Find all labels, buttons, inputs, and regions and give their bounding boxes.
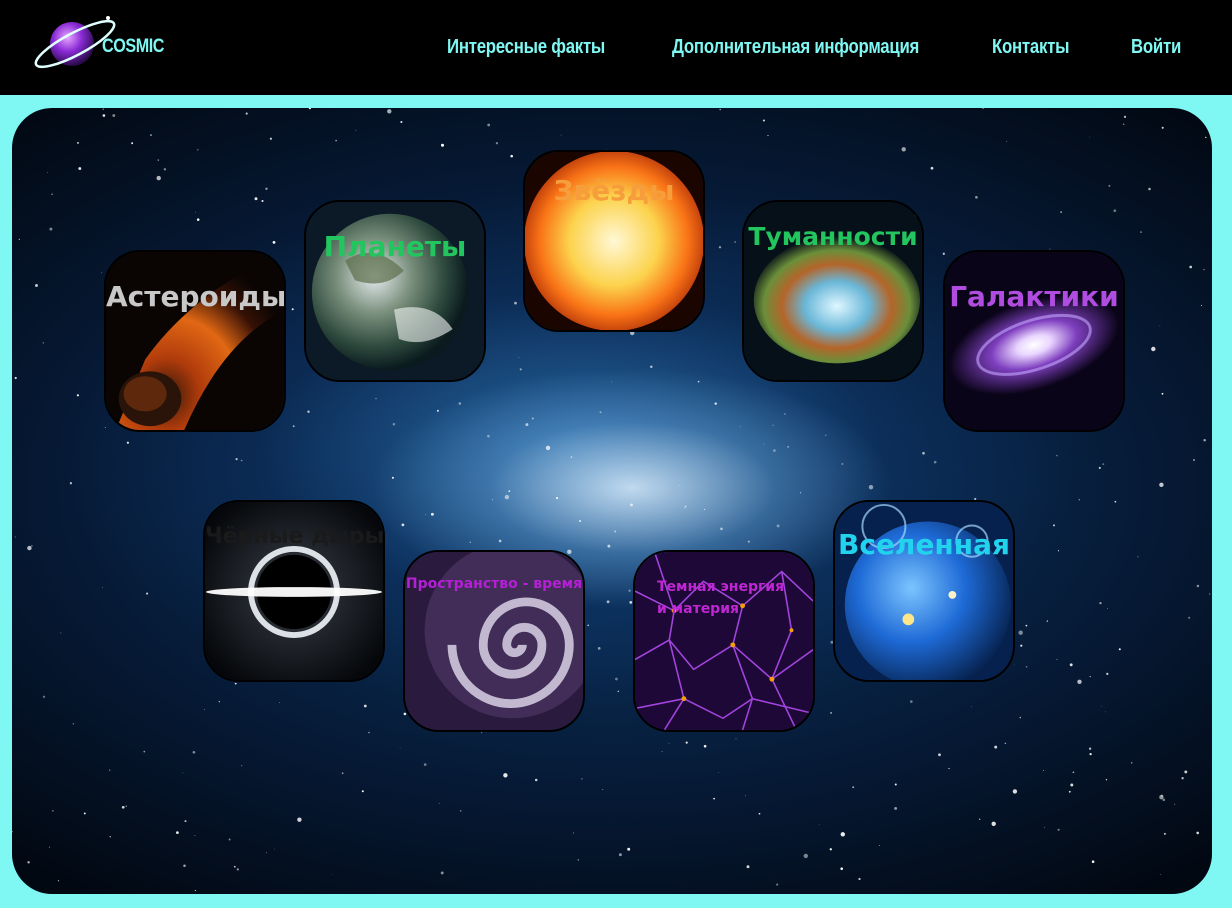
- topic-black-holes[interactable]: Чёрные дыры: [203, 500, 385, 682]
- topic-dark-energy-label-line2: и материя: [657, 601, 740, 617]
- topic-asteroids-label: Астероиды: [106, 280, 286, 313]
- topic-asteroids[interactable]: Астероиды: [104, 250, 286, 432]
- nav-contacts[interactable]: Контакты: [992, 36, 1069, 59]
- topic-planets-label: Планеты: [323, 230, 467, 263]
- nav-additional-info[interactable]: Дополнительная информация: [672, 36, 919, 59]
- topic-dark-energy[interactable]: Темная энергия и материя: [633, 550, 815, 732]
- topic-galaxies-label: Галактики: [949, 280, 1119, 313]
- topic-stars-label: Звёзды: [553, 174, 675, 207]
- topic-planets[interactable]: Планеты: [304, 200, 486, 382]
- topic-black-holes-label: Чёрные дыры: [205, 524, 385, 549]
- topic-spacetime[interactable]: Пространство - время: [403, 550, 585, 732]
- galaxy-image: [945, 252, 1123, 430]
- topic-dark-energy-label: Темная энергия и материя: [635, 576, 813, 620]
- brand-name[interactable]: COSMIC: [102, 36, 164, 58]
- asteroid-image: [106, 252, 284, 430]
- site-header: COSMIC Интересные факты Дополнительная и…: [0, 0, 1232, 95]
- topic-dark-energy-label-line1: Темная энергия: [657, 579, 785, 595]
- topic-nebulae-label: Туманности: [748, 222, 918, 251]
- topic-universe[interactable]: Вселенная: [833, 500, 1015, 682]
- topic-nebulae[interactable]: Туманности: [742, 200, 924, 382]
- topic-galaxies[interactable]: Галактики: [943, 250, 1125, 432]
- planet-image: [306, 202, 484, 380]
- nav-interesting-facts[interactable]: Интересные факты: [447, 36, 605, 59]
- topic-stars[interactable]: Звёзды: [523, 150, 705, 332]
- space-background-panel: Астероиды Планеты Звёзды Туманности Гала…: [12, 108, 1212, 894]
- topic-universe-label: Вселенная: [838, 528, 1010, 561]
- topic-spacetime-label: Пространство - время: [405, 576, 583, 592]
- nav-login[interactable]: Войти: [1131, 36, 1181, 59]
